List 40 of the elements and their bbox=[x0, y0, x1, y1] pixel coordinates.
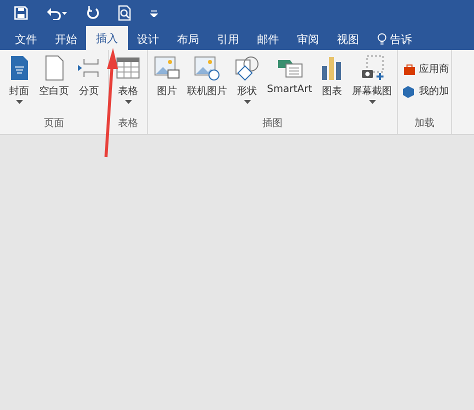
ribbon-tab[interactable]: 设计 bbox=[128, 28, 168, 50]
save-icon[interactable] bbox=[14, 6, 28, 20]
print-preview-icon[interactable] bbox=[118, 5, 132, 21]
caret-icon bbox=[368, 100, 376, 104]
ribbon-tab[interactable]: 布局 bbox=[168, 28, 208, 50]
lightbulb-icon bbox=[377, 33, 387, 45]
group-label: 表格 bbox=[118, 116, 138, 131]
ribbon-tab[interactable]: 审阅 bbox=[288, 28, 328, 50]
ribbon-button[interactable]: 分页 bbox=[72, 54, 106, 116]
shapes-icon bbox=[233, 54, 261, 82]
ribbon-button[interactable]: 表格 bbox=[111, 54, 145, 116]
ribbon-tab[interactable]: 插入 bbox=[86, 26, 128, 50]
ribbon-button[interactable]: SmartArt bbox=[264, 54, 316, 116]
redo-icon[interactable] bbox=[86, 6, 100, 20]
group-label: 加载 bbox=[414, 116, 435, 131]
ribbon-button[interactable]: 空白页 bbox=[36, 54, 72, 116]
tell-me-field[interactable]: 告诉 bbox=[368, 28, 421, 50]
caret-icon bbox=[244, 100, 250, 104]
caret-icon bbox=[124, 100, 132, 104]
group-label: 页面 bbox=[44, 117, 64, 131]
ribbon-button[interactable]: 联机图片 bbox=[184, 54, 230, 116]
ribbon-button[interactable]: 我的加 bbox=[400, 84, 450, 98]
ribbon-tab[interactable]: 邮件 bbox=[248, 28, 288, 50]
ribbon-tab[interactable]: 文件 bbox=[6, 28, 46, 50]
ribbon-button[interactable]: 图片 bbox=[150, 54, 184, 116]
ribbon-button[interactable]: 应用商 bbox=[400, 62, 450, 76]
online-picture-icon bbox=[193, 54, 221, 82]
caret-icon bbox=[16, 100, 22, 104]
add-in-icon bbox=[403, 84, 416, 98]
ribbon-button[interactable]: 封面 bbox=[2, 54, 36, 116]
ribbon-button[interactable]: 图表 bbox=[315, 54, 350, 116]
ribbon-tab[interactable]: 开始 bbox=[46, 28, 86, 50]
ribbon-button[interactable]: 形状 bbox=[230, 54, 264, 116]
customize-toolbar-icon[interactable] bbox=[150, 9, 158, 17]
group-label: 插图 bbox=[262, 117, 283, 131]
store-bag-icon bbox=[403, 62, 416, 76]
ribbon-tab[interactable]: 引用 bbox=[208, 28, 248, 50]
undo-icon[interactable] bbox=[46, 6, 68, 20]
ribbon-tab[interactable]: 视图 bbox=[328, 28, 368, 50]
ribbon-button[interactable]: 屏幕截图 bbox=[349, 54, 396, 116]
